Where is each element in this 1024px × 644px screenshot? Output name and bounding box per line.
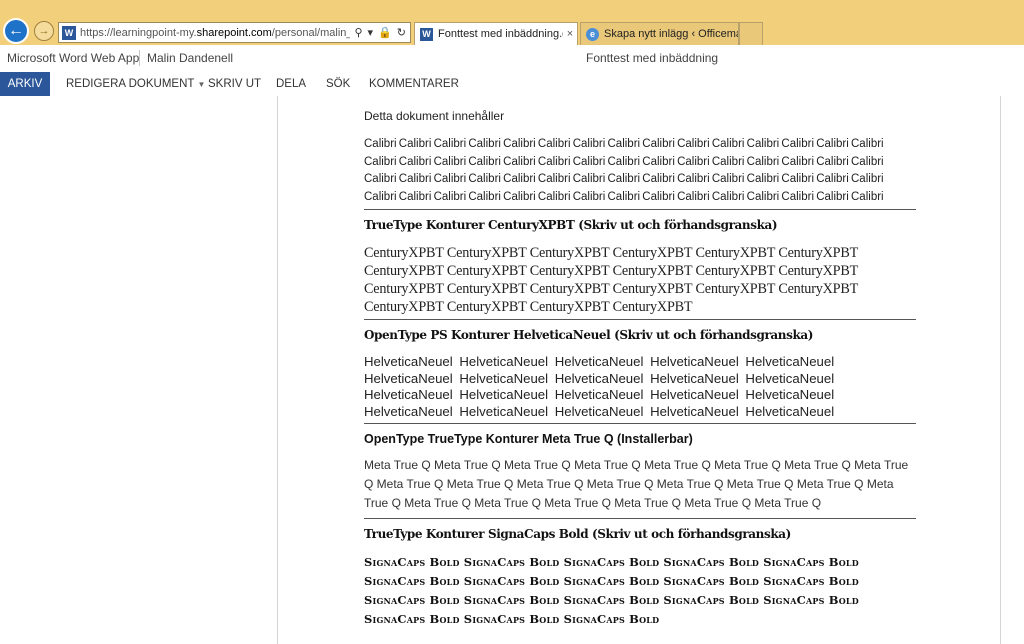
tab-print[interactable]: SKRIV UT: [198, 72, 271, 96]
address-prefix: https://learningpoint-my.: [80, 26, 197, 39]
back-arrow-icon[interactable]: ←: [3, 18, 29, 44]
meta-sample: Meta True Q Meta True Q Meta True Q Meta…: [364, 456, 916, 519]
century-sample: CenturyXPBT CenturyXPBT CenturyXPBT Cent…: [364, 244, 916, 320]
helvetica-heading: OpenType PS Konturer HelveticaNeuel (Skr…: [364, 328, 814, 342]
refresh-icon[interactable]: ↻: [397, 26, 406, 39]
tab-label: REDIGERA DOKUMENT: [66, 78, 195, 90]
calibri-sample: Calibri Calibri Calibri Calibri Calibri …: [364, 136, 916, 210]
browser-tab-active[interactable]: W Fonttest med inbäddning.d... ×: [414, 22, 578, 45]
word-icon: W: [62, 25, 76, 40]
tab-label: Fonttest med inbäddning.d...: [438, 28, 563, 40]
tab-comments[interactable]: KOMMENTARER: [359, 72, 469, 96]
workspace: Detta dokument innehåller Calibri Calibr…: [0, 96, 1024, 644]
signa-sample: SignaCaps Bold SignaCaps Bold SignaCaps …: [364, 555, 859, 626]
tab-label: Skapa nytt inlägg ‹ Officemast...: [604, 28, 738, 40]
century-heading: TrueType Konturer CenturyXPBT (Skriv ut …: [364, 218, 778, 232]
app-name[interactable]: Microsoft Word Web App: [7, 51, 139, 65]
address-controls: ⚲ ▾ 🔒 ↻: [350, 26, 410, 39]
tab-search[interactable]: SÖK: [316, 72, 360, 96]
browser-chrome: ← → W https://learningpoint-my.sharepoin…: [0, 0, 1024, 45]
meta-heading: OpenType TrueType Konturer Meta True Q (…: [364, 432, 693, 446]
helvetica-sample: HelveticaNeuel HelveticaNeuel HelveticaN…: [364, 354, 916, 424]
tab-share[interactable]: DELA: [266, 72, 316, 96]
address-url[interactable]: https://learningpoint-my.sharepoint.com/…: [80, 27, 350, 39]
header-divider: [139, 50, 140, 66]
dropdown-icon[interactable]: ▾: [368, 26, 374, 39]
address-domain: sharepoint.com: [196, 26, 272, 39]
word-icon: W: [420, 27, 433, 41]
close-icon[interactable]: ×: [563, 28, 577, 40]
tab-file[interactable]: ARKIV: [0, 72, 50, 96]
tab-edit-document[interactable]: REDIGERA DOKUMENT ▼: [56, 72, 215, 96]
intro-text: Detta dokument innehåller: [364, 109, 505, 123]
document-content: Detta dokument innehåller Calibri Calibr…: [364, 106, 916, 629]
search-icon[interactable]: ⚲: [354, 26, 362, 39]
address-bar[interactable]: W https://learningpoint-my.sharepoint.co…: [58, 22, 411, 43]
ribbon-tabs: ARKIV REDIGERA DOKUMENT ▼ SKRIV UT DELA S…: [0, 72, 1024, 96]
browser-tab-inactive[interactable]: e Skapa nytt inlägg ‹ Officemast...: [580, 22, 739, 45]
app-header: Microsoft Word Web App Malin Dandenell F…: [0, 45, 1024, 72]
lock-icon[interactable]: 🔒: [378, 26, 392, 39]
forward-arrow-icon[interactable]: →: [34, 21, 54, 41]
document-title: Fonttest med inbäddning: [586, 51, 719, 65]
address-suffix: /personal/malin_learnir: [271, 26, 351, 39]
new-tab-button[interactable]: [739, 22, 763, 45]
document-page[interactable]: Detta dokument innehåller Calibri Calibr…: [277, 96, 1001, 644]
ie-icon: e: [586, 27, 599, 41]
signa-heading: TrueType Konturer SignaCaps Bold (Skriv …: [364, 527, 791, 541]
user-name[interactable]: Malin Dandenell: [147, 51, 233, 65]
